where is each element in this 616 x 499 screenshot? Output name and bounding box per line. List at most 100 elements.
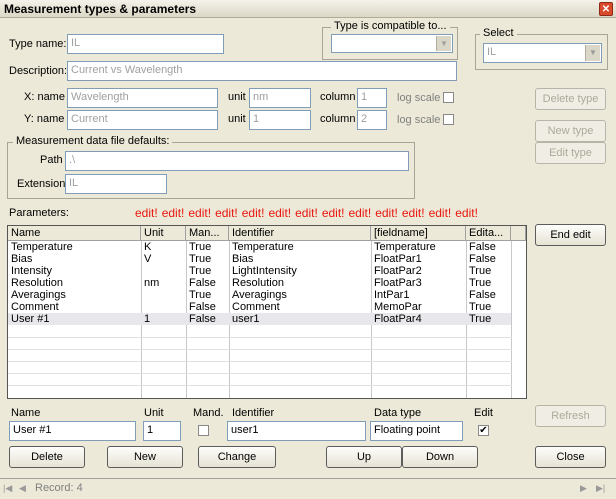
row-divider [8,337,512,338]
edit-mark: edit! [215,206,238,220]
table-cell[interactable] [141,289,186,301]
x-name-input[interactable]: Wavelength [67,88,218,108]
table-cell[interactable] [141,301,186,313]
table-cell[interactable]: Bias [229,253,371,265]
table-cell[interactable]: MemoPar [371,301,466,313]
new-type-button[interactable]: New type [535,120,606,142]
parameters-table[interactable]: Name Unit Man... Identifier [fieldname] … [7,225,527,399]
table-cell[interactable]: Comment [8,301,141,313]
y-log-checkbox[interactable] [443,114,454,125]
table-cell[interactable]: User #1 [8,313,141,325]
column-header-name[interactable]: Name [8,226,141,241]
description-input[interactable]: Current vs Wavelength [67,61,457,81]
record-navigator [0,478,616,499]
editor-edit-checkbox[interactable]: ✔ [478,425,489,436]
table-cell[interactable]: Averagings [229,289,371,301]
editor-name-input[interactable]: User #1 [9,421,136,441]
table-cell[interactable]: True [186,265,229,277]
edit-mark: edit! [401,206,425,220]
table-cell[interactable]: False [466,253,511,265]
table-cell[interactable]: False [186,301,229,313]
compatible-legend: Type is compatible to... [331,20,450,32]
y-column-input[interactable]: 2 [357,110,387,130]
edit-type-button[interactable]: Edit type [535,142,606,164]
table-cell[interactable]: FloatPar3 [371,277,466,289]
x-column-input[interactable]: 1 [357,88,387,108]
editor-unit-input[interactable]: 1 [143,421,181,441]
column-header-unit[interactable]: Unit [141,226,186,241]
table-cell[interactable]: True [186,289,229,301]
refresh-button[interactable]: Refresh [535,405,606,427]
first-record-icon[interactable]: |◀ [3,482,13,494]
table-cell[interactable]: False [466,241,511,253]
up-button[interactable]: Up [326,446,402,468]
file-defaults-legend: Measurement data file defaults: [13,135,173,147]
column-header-mandatory[interactable]: Man... [186,226,229,241]
table-cell[interactable]: Averagings [8,289,141,301]
close-icon[interactable]: ✕ [599,2,613,16]
path-input[interactable]: .\ [65,151,409,171]
table-cell[interactable]: Comment [229,301,371,313]
x-unit-input[interactable]: nm [249,88,311,108]
column-header-identifier[interactable]: Identifier [229,226,371,241]
new-button[interactable]: New [107,446,183,468]
table-cell[interactable]: LightIntensity [229,265,371,277]
table-cell[interactable]: False [466,289,511,301]
table-cell[interactable]: user1 [229,313,371,325]
table-cell[interactable]: False [186,313,229,325]
change-button[interactable]: Change [198,446,276,468]
table-cell[interactable]: Temperature [8,241,141,253]
end-edit-button[interactable]: End edit [535,224,606,246]
delete-type-button[interactable]: Delete type [535,88,606,110]
next-record-icon[interactable]: ▶ [580,482,590,494]
extension-input[interactable]: IL [65,174,167,194]
table-cell[interactable]: True [466,301,511,313]
down-button[interactable]: Down [402,446,478,468]
table-cell[interactable]: Resolution [8,277,141,289]
editor-identifier-input[interactable]: user1 [227,421,366,441]
x-log-checkbox[interactable] [443,92,454,103]
column-header-editable[interactable]: Edita... [466,226,511,241]
close-button[interactable]: Close [535,446,606,468]
table-cell[interactable]: FloatPar2 [371,265,466,277]
table-cell[interactable]: nm [141,277,186,289]
table-cell[interactable]: IntPar1 [371,289,466,301]
chevron-down-icon[interactable]: ▼ [436,36,451,51]
table-cell[interactable]: V [141,253,186,265]
y-name-input[interactable]: Current [67,110,218,130]
type-name-input[interactable]: IL [67,34,224,54]
chevron-down-icon[interactable]: ▼ [585,45,600,61]
table-cell[interactable]: 1 [141,313,186,325]
table-cell[interactable]: True [186,241,229,253]
editor-edit-label: Edit [474,407,493,419]
x-column-label: column [320,91,356,103]
table-cell[interactable]: False [186,277,229,289]
table-cell[interactable]: Temperature [229,241,371,253]
table-cell[interactable]: Intensity [8,265,141,277]
edit-mark: edit! [428,206,452,220]
last-record-icon[interactable]: ▶| [596,482,610,494]
table-cell[interactable]: Temperature [371,241,466,253]
compatible-combo[interactable]: ▼ [331,34,453,53]
edit-mark: edit! [321,206,345,220]
table-cell[interactable]: True [466,265,511,277]
table-cell[interactable]: Bias [8,253,141,265]
edit-mark: edit! [241,206,265,220]
table-cell[interactable] [141,265,186,277]
prev-record-icon[interactable]: ◀ [19,482,29,494]
y-unit-input[interactable]: 1 [249,110,311,130]
table-cell[interactable]: Resolution [229,277,371,289]
editor-mand-checkbox[interactable] [198,425,209,436]
delete-button[interactable]: Delete [9,446,85,468]
editor-datatype-input[interactable]: Floating point [370,421,463,441]
table-cell[interactable]: True [186,253,229,265]
table-cell[interactable]: K [141,241,186,253]
column-header-fieldname[interactable]: [fieldname] [371,226,466,241]
table-cell[interactable]: True [466,277,511,289]
edit-mark: edit! [375,206,398,220]
column-header-filler [511,226,526,241]
table-cell[interactable]: True [466,313,511,325]
table-cell[interactable]: FloatPar4 [371,313,466,325]
table-cell[interactable]: FloatPar1 [371,253,466,265]
select-combo[interactable]: IL ▼ [483,43,602,63]
